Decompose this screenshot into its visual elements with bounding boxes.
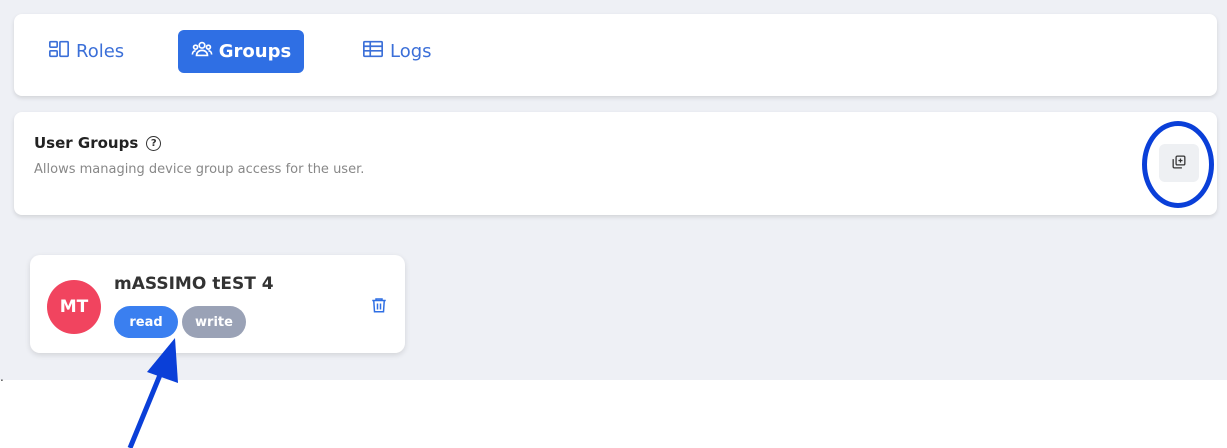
user-groups-heading: User Groups ? xyxy=(34,134,162,152)
tab-groups-label: Groups xyxy=(218,41,292,62)
user-group-card: MT mASSIMO tEST 4 read write xyxy=(30,255,405,353)
trash-icon[interactable] xyxy=(370,295,388,315)
stray-dot: . xyxy=(0,370,4,384)
app-background: Roles Groups Logs User Groups ? Allows m… xyxy=(0,0,1227,380)
add-group-button[interactable] xyxy=(1159,144,1199,182)
avatar: MT xyxy=(47,280,101,334)
logs-icon xyxy=(362,38,384,65)
add-group-icon xyxy=(1172,154,1186,173)
tab-bar: Roles Groups Logs xyxy=(14,14,1217,96)
user-groups-description: Allows managing device group access for … xyxy=(34,162,365,177)
tab-logs[interactable]: Logs xyxy=(360,30,434,73)
tab-roles[interactable]: Roles xyxy=(46,30,126,73)
groups-icon xyxy=(191,38,213,65)
tab-logs-label: Logs xyxy=(390,41,432,62)
user-name: mASSIMO tEST 4 xyxy=(114,274,274,294)
user-groups-card: User Groups ? Allows managing device gro… xyxy=(14,112,1217,215)
permission-read-badge[interactable]: read xyxy=(114,306,178,338)
roles-icon xyxy=(48,38,70,65)
user-groups-title: User Groups xyxy=(34,134,139,152)
permission-write-badge[interactable]: write xyxy=(182,306,246,338)
tab-roles-label: Roles xyxy=(76,41,125,62)
help-icon[interactable]: ? xyxy=(146,135,162,151)
tab-groups[interactable]: Groups xyxy=(178,30,304,73)
